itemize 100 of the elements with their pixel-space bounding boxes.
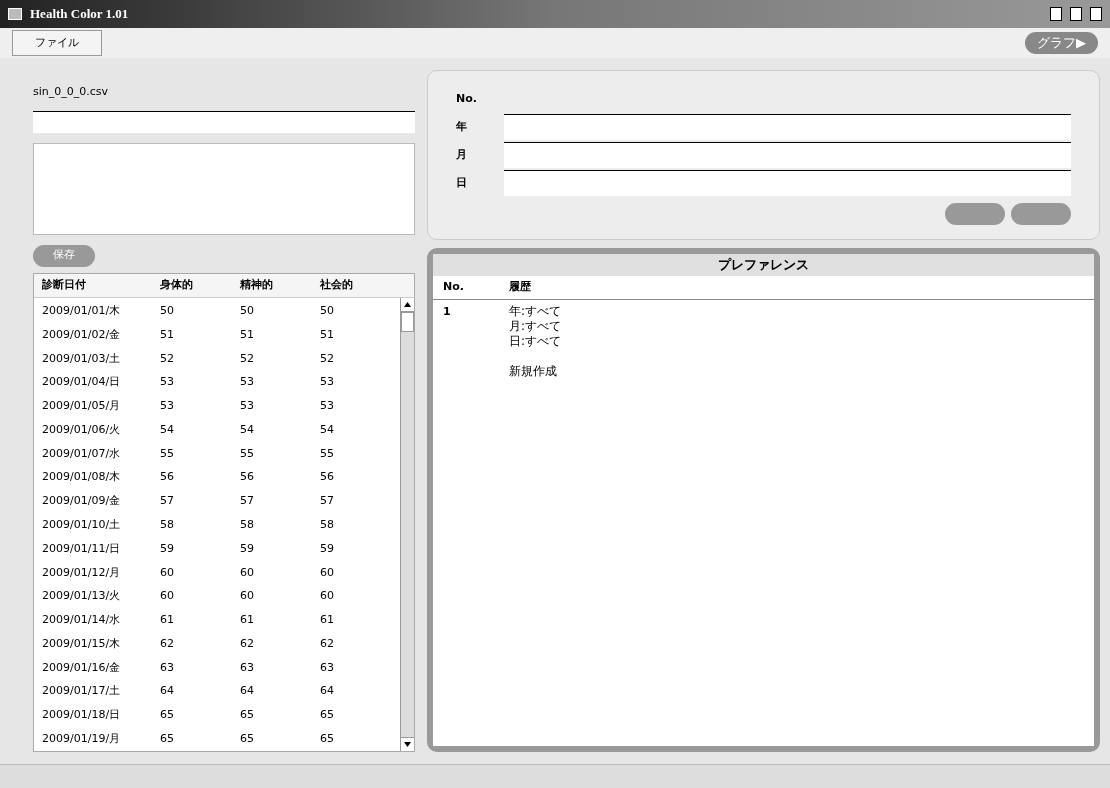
table-cell-text: 52 [159, 350, 175, 367]
table-cell-text: 54 [159, 421, 175, 438]
table-cell-text: 2009/01/06/火 [41, 421, 122, 438]
history-line: 月:すべて [509, 319, 562, 334]
field-label: 日 [456, 174, 468, 191]
table-cell-text: 62 [239, 635, 255, 652]
column-header[interactable]: 身体的 [152, 276, 232, 294]
table-cell-text: 2009/01/09/金 [41, 493, 122, 510]
history-line: 日:すべて [509, 334, 562, 349]
table-cell-text: 55 [239, 445, 255, 462]
table-cell-text: 51 [239, 326, 255, 343]
table-cell-text: 61 [239, 612, 255, 629]
table-cell-text: 52 [319, 350, 335, 367]
table-cell-text: 60 [159, 588, 175, 605]
history-note: 新規作成 [509, 364, 558, 379]
table-cell-text: 65 [319, 730, 335, 747]
field-label: 月 [456, 146, 468, 163]
column-header[interactable]: 社会的 [312, 276, 392, 294]
column-header[interactable]: 診断日付 [34, 276, 152, 294]
close-button[interactable] [1090, 7, 1102, 21]
table-cell-text: 55 [159, 445, 175, 462]
table-cell-text: 65 [239, 730, 255, 747]
table-cell-text: 2009/01/01/木 [41, 303, 122, 320]
file-field[interactable] [33, 110, 415, 133]
table-cell-text: 2009/01/07/水 [41, 445, 122, 462]
table-cell-text: 60 [239, 588, 255, 605]
table-cell-text: 51 [159, 326, 175, 343]
table-cell-text: 2009/01/05/月 [41, 398, 122, 415]
table-cell-text: 2009/01/16/金 [41, 659, 122, 676]
table-cell-text: 2009/01/17/土 [41, 683, 122, 700]
input-field[interactable] [504, 170, 1071, 196]
table-cell-text: 65 [159, 707, 175, 724]
table-cell-text: 62 [319, 635, 335, 652]
table-cell-text: 61 [319, 612, 335, 629]
table-cell-text: 2009/01/04/日 [41, 374, 122, 391]
table-cell-text: 2009/01/08/木 [41, 469, 122, 486]
table-cell-text: 63 [239, 659, 255, 676]
scrollbar[interactable] [400, 297, 414, 751]
table-cell-text: 54 [319, 421, 335, 438]
table-cell-text: 59 [159, 540, 175, 557]
table-cell-text: 2009/01/10/土 [41, 517, 122, 533]
table-cell-text: 53 [239, 374, 255, 391]
table-cell-text: 2009/01/03/土 [41, 350, 122, 367]
table-cell-text: 61 [159, 612, 175, 629]
table-cell-text: 58 [319, 517, 335, 533]
table-cell-text: 65 [319, 707, 335, 724]
table-cell-text: 2009/01/02/金 [41, 326, 122, 343]
table-cell-text: 65 [159, 730, 175, 747]
table-cell-text: 64 [319, 683, 335, 700]
table-cell-text: 54 [239, 421, 255, 438]
table-cell-text: 53 [319, 398, 335, 415]
table-cell-text: 2009/01/15/木 [41, 635, 122, 652]
field-label: 年 [456, 118, 468, 135]
table-cell-text: 2009/01/14/水 [41, 612, 122, 629]
table-cell-text: 59 [239, 540, 255, 557]
table-cell-text: 57 [159, 493, 175, 510]
table-cell-text: 50 [239, 303, 255, 320]
table-cell-text: 52 [239, 350, 255, 367]
table-cell-text: 53 [239, 398, 255, 415]
minimize-button[interactable] [1050, 7, 1062, 21]
table-cell-text: 2009/01/11/日 [41, 540, 122, 557]
table-cell-text: 63 [319, 659, 335, 676]
table-cell-text: 2009/01/18/日 [41, 707, 122, 724]
table-cell-text: 53 [159, 374, 175, 391]
table-cell-text: 59 [319, 540, 335, 557]
app-icon [8, 8, 22, 20]
table-cell-text: 62 [159, 635, 175, 652]
table-cell-text: 53 [159, 398, 175, 415]
table-cell-text: 58 [239, 517, 255, 533]
panel-header: プレファレンス [433, 254, 1094, 276]
table-cell-text: 53 [319, 374, 335, 391]
graph-button[interactable]: グラフ▶ [1025, 32, 1098, 54]
table-cell-text: 57 [319, 493, 335, 510]
table-cell-text: 1 [442, 304, 452, 320]
column-header[interactable]: 履歴 [499, 279, 541, 296]
table-cell-text: 56 [319, 469, 335, 486]
maximize-button[interactable] [1070, 7, 1082, 21]
table-cell-text: 2009/01/12/月 [41, 564, 122, 581]
input-field[interactable] [504, 114, 1071, 140]
input-field[interactable] [504, 142, 1071, 168]
table-cell-text: 65 [239, 707, 255, 724]
column-header[interactable]: 精神的 [232, 276, 312, 294]
history-line: 年:すべて [509, 304, 562, 319]
table-cell-text: 2009/01/19/月 [41, 730, 122, 747]
table-cell-text: 57 [239, 493, 255, 510]
table-cell-text: 2009/01/13/火 [41, 588, 122, 605]
menu-item[interactable]: ファイル [12, 30, 102, 56]
column-header[interactable]: No. [433, 279, 499, 296]
table-cell-text: 60 [319, 564, 335, 581]
table-cell-text: 51 [319, 326, 335, 343]
window-title: Health Color 1.01 [30, 5, 129, 24]
table-cell-text: 60 [319, 588, 335, 605]
table-cell-text: 63 [159, 659, 175, 676]
table-cell-text: 64 [239, 683, 255, 700]
table-cell-text: 64 [159, 683, 175, 700]
table-cell-text: 56 [239, 469, 255, 486]
table-cell-text: 58 [159, 517, 175, 533]
table-cell-text: 55 [319, 445, 335, 462]
scroll-down-icon[interactable] [401, 737, 414, 751]
field-label: No. [456, 90, 478, 107]
